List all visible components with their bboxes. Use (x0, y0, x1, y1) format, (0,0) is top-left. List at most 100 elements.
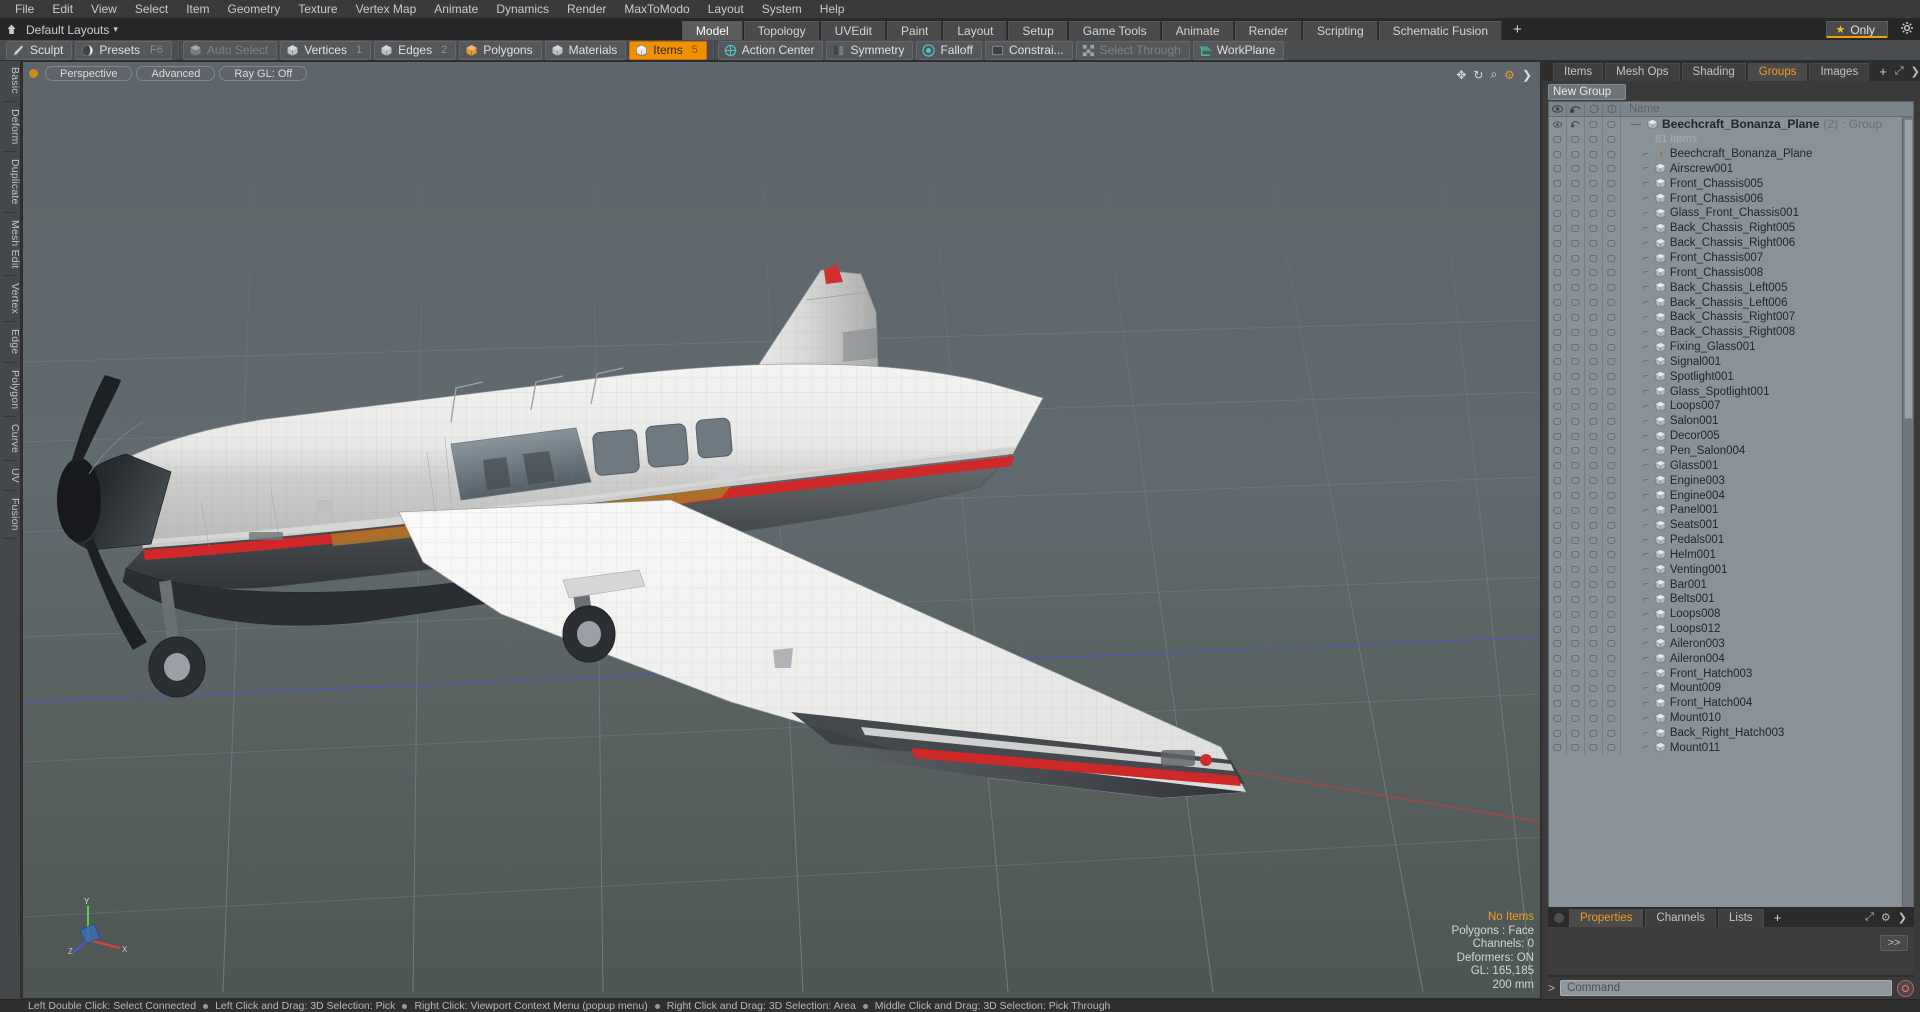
rail-item-edge[interactable]: Edge (0, 323, 21, 360)
row-toggle-3[interactable] (1603, 265, 1621, 281)
toolbar-button-presets[interactable]: Presets F6 (75, 40, 172, 60)
row-toggle-0[interactable] (1549, 354, 1567, 370)
row-toggle-0[interactable] (1549, 295, 1567, 310)
toolbar-button-auto-select[interactable]: Auto Select (182, 40, 278, 60)
row-toggle-2[interactable] (1585, 651, 1603, 667)
raygl-button[interactable]: Ray GL: Off (219, 65, 308, 81)
rail-item-deform[interactable]: Deform (0, 103, 21, 151)
row-toggle-0[interactable] (1549, 517, 1567, 533)
add-layout-tab-button[interactable]: + (1503, 20, 1532, 39)
airplane-3d-model[interactable] (31, 182, 1331, 802)
panel-tab-images[interactable]: Images (1809, 63, 1870, 81)
rail-item-vertex[interactable]: Vertex (0, 277, 21, 320)
row-toggle-2[interactable] (1585, 532, 1603, 548)
table-row[interactable]: ⌐ Decor005 (1549, 428, 1913, 444)
row-toggle-1[interactable] (1567, 354, 1585, 370)
row-toggle-2[interactable] (1585, 621, 1603, 637)
row-toggle-3[interactable] (1603, 354, 1621, 370)
row-toggle-3[interactable] (1603, 636, 1621, 652)
table-row[interactable]: ⌐ Venting001 (1549, 562, 1913, 578)
row-toggle-3[interactable] (1603, 428, 1621, 444)
row-toggle-1[interactable] (1567, 473, 1585, 489)
row-toggle-2[interactable] (1585, 547, 1603, 563)
menu-item-vertex-map[interactable]: Vertex Map (347, 0, 426, 19)
row-toggle-0[interactable] (1549, 206, 1567, 221)
chevron-down-icon[interactable]: ▾ (113, 24, 122, 35)
row-toggle-0[interactable] (1549, 131, 1567, 147)
row-toggle-3[interactable] (1603, 220, 1621, 236)
add-properties-tab-button[interactable]: + (1766, 909, 1790, 927)
properties-tab-properties[interactable]: Properties (1569, 909, 1644, 927)
row-toggle-1[interactable] (1567, 206, 1585, 221)
row-toggle-1[interactable] (1567, 710, 1585, 726)
row-toggle-3[interactable] (1603, 562, 1621, 578)
row-toggle-1[interactable] (1567, 502, 1585, 518)
toolbar-button-sculpt[interactable]: Sculpt (6, 40, 73, 60)
row-toggle-1[interactable] (1567, 265, 1585, 281)
row-toggle-2[interactable] (1585, 354, 1603, 370)
row-toggle-1[interactable] (1567, 339, 1585, 355)
table-row[interactable]: ⌐ Seats001 (1549, 517, 1913, 533)
row-toggle-0[interactable] (1549, 250, 1567, 266)
table-row[interactable]: ⌐ Panel001 (1549, 502, 1913, 518)
toolbar-button-vertices[interactable]: Vertices 1 (280, 40, 372, 60)
chevron-right-icon[interactable]: ❯ (1898, 911, 1907, 924)
row-toggle-1[interactable] (1567, 636, 1585, 652)
row-toggle-1[interactable] (1567, 606, 1585, 622)
row-toggle-1[interactable] (1567, 547, 1585, 563)
toolbar-button-polygons[interactable]: Polygons (459, 40, 542, 60)
row-toggle-1[interactable] (1567, 413, 1585, 429)
toolbar-button-action-center[interactable]: Action Center (717, 40, 824, 60)
expand-icon[interactable]: ⤢ (1895, 65, 1904, 78)
row-toggle-0[interactable] (1549, 220, 1567, 236)
row-toggle-2[interactable] (1585, 695, 1603, 711)
table-row[interactable]: ⌐ Front_Hatch003 (1549, 666, 1913, 682)
toolbar-button-items[interactable]: Items 5 (629, 40, 707, 60)
row-toggle-3[interactable] (1603, 577, 1621, 592)
row-toggle-0[interactable] (1549, 473, 1567, 489)
row-toggle-0[interactable] (1549, 369, 1567, 385)
table-row[interactable]: ⌐ Mount011 (1549, 740, 1913, 756)
row-toggle-2[interactable] (1585, 235, 1603, 251)
row-toggle-0[interactable] (1549, 146, 1567, 162)
row-toggle-1[interactable] (1567, 532, 1585, 548)
toolbar-button-materials[interactable]: Materials (544, 40, 627, 60)
layout-tab-layout[interactable]: Layout (943, 21, 1008, 40)
rail-item-polygon[interactable]: Polygon (0, 364, 21, 415)
row-toggle-2[interactable] (1585, 681, 1603, 696)
row-toggle-1[interactable] (1567, 399, 1585, 414)
row-toggle-3[interactable] (1603, 280, 1621, 296)
row-toggle-0[interactable] (1549, 532, 1567, 548)
row-toggle-1[interactable] (1567, 488, 1585, 503)
row-toggle-1[interactable] (1567, 176, 1585, 192)
rail-item-fusion[interactable]: Fusion (0, 492, 21, 537)
table-row[interactable]: ⌐ Airscrew001 (1549, 161, 1913, 177)
rotate-icon[interactable]: ↻ (1473, 68, 1483, 82)
layout-tab-setup[interactable]: Setup (1008, 21, 1068, 40)
row-toggle-2[interactable] (1585, 206, 1603, 221)
layout-tab-model[interactable]: Model (681, 21, 743, 42)
row-toggle-1[interactable] (1567, 428, 1585, 444)
row-toggle-2[interactable] (1585, 191, 1603, 207)
table-row[interactable]: ⌐ Glass001 (1549, 458, 1913, 474)
layout-tab-animate[interactable]: Animate (1161, 21, 1234, 40)
row-toggle-1[interactable] (1567, 235, 1585, 251)
row-toggle-3[interactable] (1603, 606, 1621, 622)
table-row[interactable]: ⌐ Spotlight001 (1549, 369, 1913, 385)
row-toggle-3[interactable] (1603, 369, 1621, 385)
table-row[interactable]: ⌐ Back_Chassis_Left006 (1549, 295, 1913, 310)
row-toggle-3[interactable] (1603, 191, 1621, 207)
new-group-button[interactable]: New Group (1548, 84, 1626, 100)
toolbar-button-constrai[interactable]: Constrai... (984, 40, 1073, 60)
properties-tab-channels[interactable]: Channels (1645, 909, 1717, 927)
layout-tab-schematic-fusion[interactable]: Schematic Fusion (1378, 21, 1503, 40)
table-row[interactable]: ⌐ Aileron004 (1549, 651, 1913, 667)
pan-icon[interactable]: ✥ (1456, 68, 1466, 82)
row-toggle-2[interactable] (1585, 339, 1603, 355)
row-toggle-3[interactable] (1603, 413, 1621, 429)
row-toggle-3[interactable] (1603, 250, 1621, 266)
row-toggle-3[interactable] (1603, 324, 1621, 340)
row-toggle-2[interactable] (1585, 220, 1603, 236)
row-toggle-1[interactable] (1567, 161, 1585, 177)
row-toggle-3[interactable] (1603, 309, 1621, 325)
